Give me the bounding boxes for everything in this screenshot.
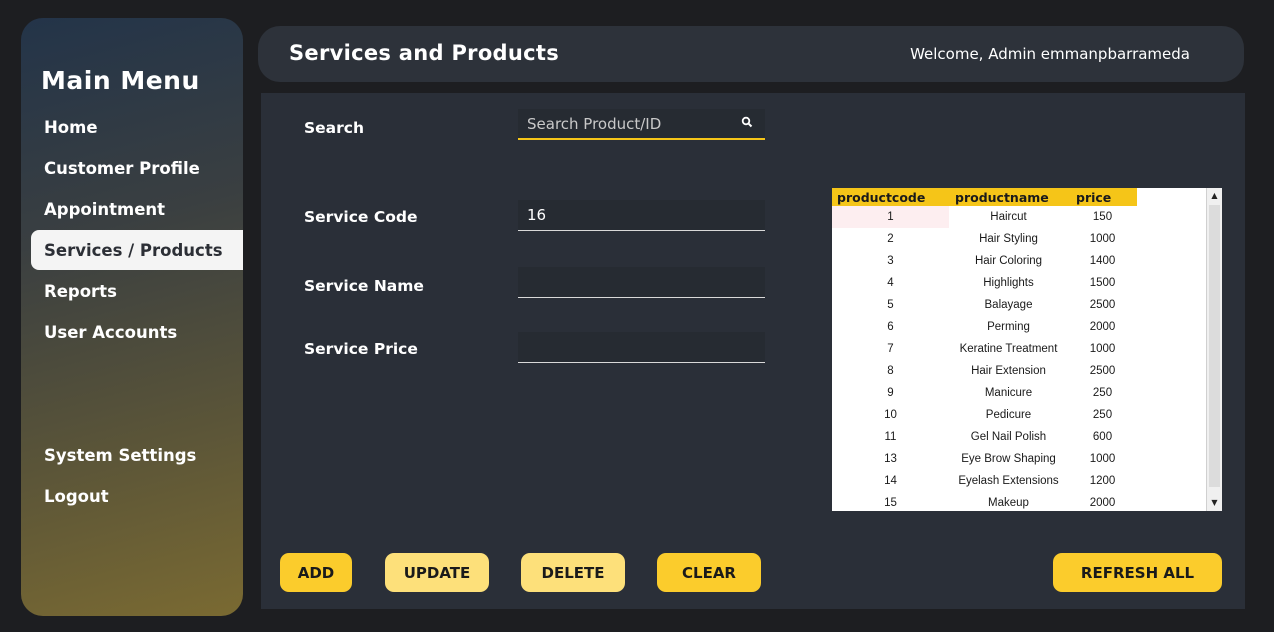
table-row[interactable]: 11 Gel Nail Polish 600: [832, 426, 1206, 448]
header-bar: Services and Products Welcome, Admin emm…: [258, 26, 1244, 82]
table-row[interactable]: 13 Eye Brow Shaping 1000: [832, 448, 1206, 470]
table-cell-productcode: 4: [887, 277, 894, 289]
table-cell-productcode: 8: [887, 365, 894, 377]
table-row[interactable]: 4 Highlights 1500: [832, 272, 1206, 294]
main-panel: Search Service Code Service Name Service…: [261, 93, 1245, 609]
table-row[interactable]: 7 Keratine Treatment 1000: [832, 338, 1206, 360]
table-cell-productcode: 9: [887, 387, 894, 399]
table-cell-productname: Hair Extension: [971, 365, 1046, 377]
table-cell-price: 600: [1092, 431, 1113, 443]
service-price-label: Service Price: [304, 340, 418, 358]
service-price-field[interactable]: [518, 332, 765, 363]
table-cell-productname: Highlights: [983, 277, 1034, 289]
table-cell-productcode: 14: [884, 475, 897, 487]
table-cell-productcode: 3: [887, 255, 894, 267]
table-row[interactable]: 14 Eyelash Extensions 1200: [832, 470, 1206, 492]
table-cell-price: 1000: [1089, 233, 1116, 245]
table-cell-price: 250: [1092, 387, 1113, 399]
table-cell-price: 1400: [1089, 255, 1116, 267]
table-cell-productname: Keratine Treatment: [959, 343, 1058, 355]
column-header-productcode[interactable]: productcode: [832, 188, 950, 206]
page-title: Services and Products: [289, 41, 560, 65]
table-cell-price: 1000: [1089, 343, 1116, 355]
scroll-down-icon[interactable]: ▼: [1207, 495, 1222, 511]
table-cell-productname: Eyelash Extensions: [958, 475, 1059, 487]
table-cell-productcode: 10: [884, 409, 897, 421]
table-cell-price: 250: [1092, 409, 1113, 421]
table-row[interactable]: 3 Hair Coloring 1400: [832, 250, 1206, 272]
table-cell-productcode: 13: [884, 453, 897, 465]
scroll-thumb[interactable]: [1209, 205, 1220, 487]
table-cell-productname: Hair Coloring: [974, 255, 1043, 267]
sidebar-item-home[interactable]: Home: [31, 107, 243, 147]
search-label: Search: [304, 119, 365, 137]
table-cell-productname: Balayage: [984, 299, 1033, 311]
table-row[interactable]: 8 Hair Extension 2500: [832, 360, 1206, 382]
table-cell-price: 1500: [1089, 277, 1116, 289]
table-row[interactable]: 9 Manicure 250: [832, 382, 1206, 404]
table-row[interactable]: 2 Hair Styling 1000: [832, 228, 1206, 250]
table-cell-productcode: 5: [887, 299, 894, 311]
table-cell-productname: Makeup: [988, 497, 1029, 509]
table-cell-productname: Eye Brow Shaping: [961, 453, 1056, 465]
table-cell-price: 2000: [1089, 321, 1116, 333]
refresh-all-button[interactable]: REFRESH ALL: [1053, 553, 1222, 592]
table-row[interactable]: 6 Perming 2000: [832, 316, 1206, 338]
service-name-field[interactable]: [518, 267, 765, 298]
service-name-label: Service Name: [304, 277, 424, 295]
table-header: productcode productname price: [832, 188, 1137, 206]
table-cell-productname: Perming: [987, 321, 1030, 333]
sidebar: Main Menu Home Customer Profile Appointm…: [21, 18, 243, 616]
sidebar-item-system-settings[interactable]: System Settings: [31, 435, 243, 475]
service-code-field[interactable]: [518, 200, 765, 231]
column-header-productname[interactable]: productname: [950, 188, 1071, 206]
table-cell-productname: Manicure: [984, 387, 1033, 399]
table-cell-productcode: 1: [832, 206, 949, 228]
table-cell-productcode: 7: [887, 343, 894, 355]
products-table[interactable]: productcode productname price 1 Haircut 15…: [832, 188, 1222, 511]
table-cell-productname: Hair Styling: [979, 233, 1038, 245]
table-cell-productname: Pedicure: [985, 409, 1032, 421]
service-code-label: Service Code: [304, 208, 418, 226]
table-cell-price: 1000: [1089, 453, 1116, 465]
sidebar-item-customer-profile[interactable]: Customer Profile: [31, 148, 243, 188]
column-header-price[interactable]: price: [1071, 188, 1137, 206]
table-cell-productname: Gel Nail Polish: [970, 431, 1047, 443]
delete-button[interactable]: DELETE: [521, 553, 625, 592]
table-cell-price: 2500: [1089, 299, 1116, 311]
table-cell-productcode: 2: [887, 233, 894, 245]
table-cell-price: 2000: [1089, 497, 1116, 509]
table-cell-price: 2500: [1089, 365, 1116, 377]
sidebar-item-user-accounts[interactable]: User Accounts: [31, 312, 243, 352]
sidebar-item-logout[interactable]: Logout: [31, 476, 243, 516]
table-cell-productcode: 6: [887, 321, 894, 333]
table-cell-price: 1200: [1089, 475, 1116, 487]
table-row[interactable]: 1 Haircut 150: [832, 206, 1206, 228]
scroll-up-icon[interactable]: ▲: [1207, 188, 1222, 204]
sidebar-item-appointment[interactable]: Appointment: [31, 189, 243, 229]
table-row[interactable]: 10 Pedicure 250: [832, 404, 1206, 426]
table-cell-productname: Haircut: [990, 211, 1027, 223]
search-input[interactable]: [518, 109, 765, 140]
table-row[interactable]: 15 Makeup 2000: [832, 492, 1206, 511]
welcome-text: Welcome, Admin emmanpbarrameda: [910, 45, 1190, 63]
add-button[interactable]: ADD: [280, 553, 352, 592]
sidebar-item-services-products[interactable]: Services / Products: [31, 230, 243, 270]
sidebar-item-reports[interactable]: Reports: [31, 271, 243, 311]
table-cell-productcode: 15: [884, 497, 897, 509]
table-scrollbar[interactable]: ▲ ▼: [1206, 188, 1222, 511]
table-cell-productcode: 11: [884, 431, 897, 443]
clear-button[interactable]: CLEAR: [657, 553, 761, 592]
table-row[interactable]: 5 Balayage 2500: [832, 294, 1206, 316]
table-cell-price: 150: [1092, 211, 1113, 223]
update-button[interactable]: UPDATE: [385, 553, 489, 592]
sidebar-title: Main Menu: [41, 66, 200, 95]
search-icon[interactable]: [741, 116, 753, 128]
